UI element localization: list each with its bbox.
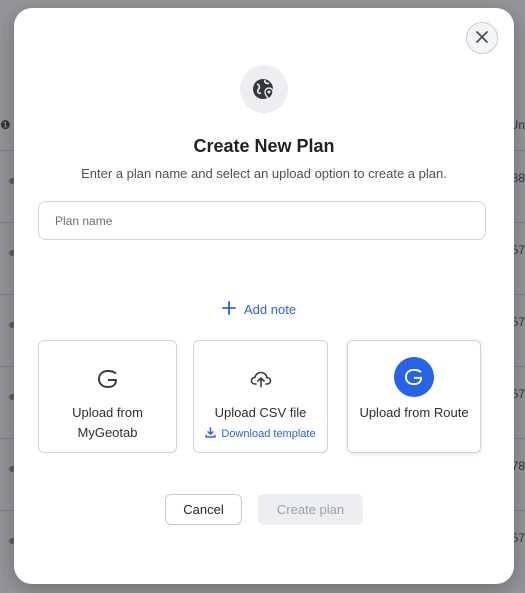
create-plan-dialog: Create New Plan Enter a plan name and se… <box>14 8 514 584</box>
card-icon-wrapper <box>348 357 480 397</box>
geotab-g-icon <box>39 367 176 391</box>
geotab-g-badge-icon <box>394 357 434 397</box>
close-button[interactable] <box>466 22 498 54</box>
cancel-button[interactable]: Cancel <box>165 494 242 525</box>
dialog-title: Create New Plan <box>193 136 335 156</box>
download-template-link[interactable]: Download template <box>194 427 327 441</box>
globe-pin-icon <box>240 65 288 113</box>
upload-from-route-card[interactable]: Upload from Route <box>347 340 481 453</box>
create-plan-button[interactable]: Create plan <box>258 494 363 525</box>
download-icon <box>205 427 217 441</box>
dialog-subtitle: Enter a plan name and select an upload o… <box>81 166 447 181</box>
add-note-label: Add note <box>244 301 297 317</box>
plus-icon <box>222 300 236 318</box>
upload-csv-file-card[interactable]: Upload CSV file Download template <box>193 340 328 453</box>
cloud-upload-icon <box>194 367 327 391</box>
card-label: Upload from Route <box>359 405 469 420</box>
card-label: Upload CSV file <box>214 405 307 420</box>
plan-name-input[interactable] <box>38 201 486 240</box>
download-template-label: Download template <box>221 428 316 440</box>
card-label: Upload from MyGeotab <box>72 405 143 440</box>
upload-from-mygeotab-card[interactable]: Upload from MyGeotab <box>38 340 177 453</box>
add-note-button[interactable]: Add note <box>222 298 296 320</box>
close-icon <box>475 30 489 47</box>
